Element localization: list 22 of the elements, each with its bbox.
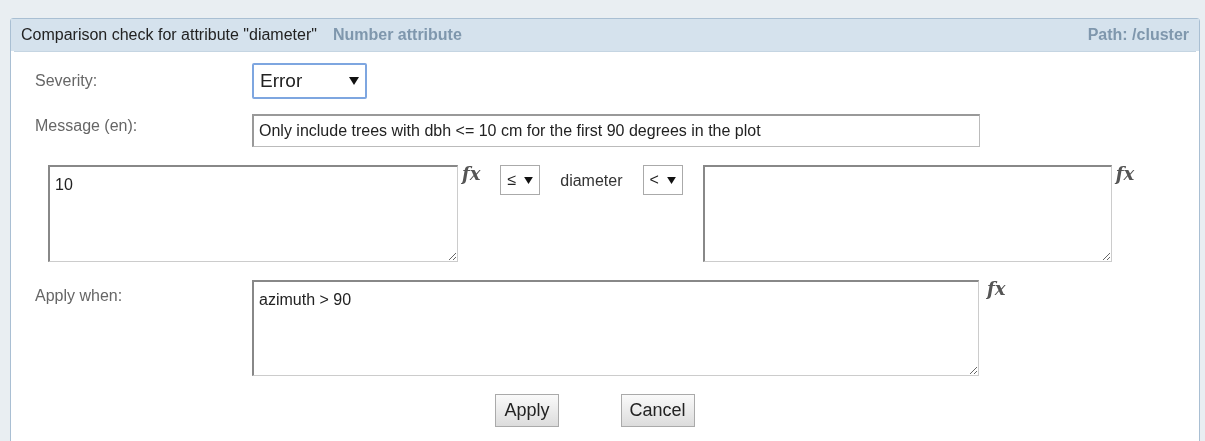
attribute-name: diameter bbox=[560, 171, 623, 191]
background-heading: Number attribute bbox=[332, 25, 462, 45]
condition-field[interactable]: azimuth > 90 bbox=[252, 280, 979, 376]
formula-button[interactable]: fx bbox=[462, 165, 481, 183]
severity-label: Severity: bbox=[34, 71, 99, 91]
message-field[interactable]: Only include trees with dbh <= 10 cm for the first 90 degrees in the plot bbox=[252, 114, 980, 147]
caret-icon bbox=[524, 176, 534, 184]
right-value-field[interactable] bbox=[702, 165, 1112, 262]
severity-dropdown[interactable]: Error bbox=[252, 62, 367, 100]
operator-dropdown[interactable]: < bbox=[642, 165, 683, 195]
apply-when-label: Apply when: bbox=[34, 286, 124, 306]
left-value-field[interactable]: 10 bbox=[48, 165, 458, 262]
formula-button[interactable]: fx bbox=[1115, 165, 1135, 183]
caret-icon bbox=[349, 77, 359, 85]
message-label: Message (en): bbox=[34, 116, 139, 136]
cancel-button[interactable]: Cancel bbox=[620, 394, 695, 427]
background-path: Path: /cluster bbox=[1087, 25, 1189, 45]
formula-button[interactable]: fx bbox=[987, 280, 1006, 298]
caret-icon bbox=[666, 176, 676, 184]
dialog-title: Comparison check for attribute "diameter" bbox=[21, 25, 317, 45]
apply-button[interactable]: Apply bbox=[495, 394, 559, 427]
operator-dropdown[interactable]: ≤ bbox=[500, 165, 541, 195]
